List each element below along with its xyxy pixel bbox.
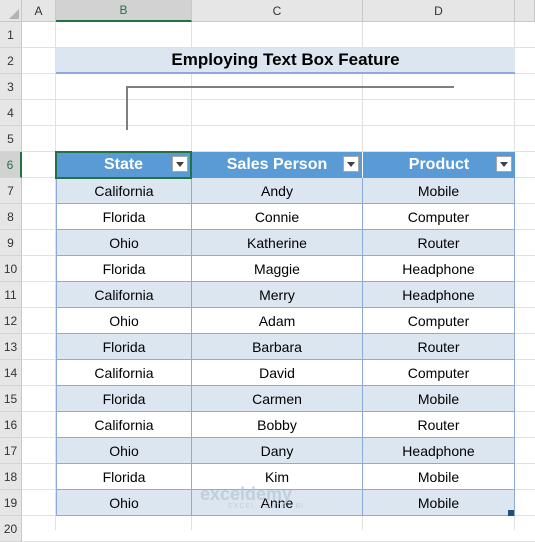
row-header-9[interactable]: 9: [0, 230, 22, 256]
select-all-corner[interactable]: [0, 0, 22, 22]
table-cell[interactable]: Florida: [56, 334, 192, 360]
gridline: [22, 125, 535, 126]
table-cell[interactable]: Mobile: [363, 464, 515, 490]
table-cell[interactable]: Katherine: [192, 230, 363, 256]
row-header-12[interactable]: 12: [0, 308, 22, 334]
row-header-18[interactable]: 18: [0, 464, 22, 490]
table-cell[interactable]: Router: [363, 334, 515, 360]
column-header-a[interactable]: A: [22, 0, 56, 22]
row-header-10[interactable]: 10: [0, 256, 22, 282]
row-header-2[interactable]: 2: [0, 48, 22, 74]
table-cell[interactable]: Maggie: [192, 256, 363, 282]
row-header-20[interactable]: 20: [0, 516, 22, 542]
row-header-14[interactable]: 14: [0, 360, 22, 386]
table-cell[interactable]: Ohio: [56, 230, 192, 256]
row-header-13[interactable]: 13: [0, 334, 22, 360]
row-header-11[interactable]: 11: [0, 282, 22, 308]
table-cell[interactable]: Mobile: [363, 490, 515, 516]
table-cell[interactable]: California: [56, 412, 192, 438]
table-cell[interactable]: Florida: [56, 386, 192, 412]
row-header-16[interactable]: 16: [0, 412, 22, 438]
row-header-19[interactable]: 19: [0, 490, 22, 516]
column-header-b[interactable]: B: [56, 0, 192, 22]
watermark-tagline: EXCEL · DATA · BI: [228, 503, 304, 510]
table-cell[interactable]: Headphone: [363, 438, 515, 464]
header-label: Sales Person: [226, 156, 328, 173]
column-header-c[interactable]: C: [192, 0, 363, 22]
table-cell[interactable]: Ohio: [56, 438, 192, 464]
table-cell[interactable]: David: [192, 360, 363, 386]
row-header-17[interactable]: 17: [0, 438, 22, 464]
watermark-logo: exceldemy: [200, 484, 292, 505]
table-cell[interactable]: Florida: [56, 464, 192, 490]
table-cell[interactable]: Andy: [192, 178, 363, 204]
table-cell[interactable]: Headphone: [363, 256, 515, 282]
watermark-brand: exceldemy: [200, 484, 293, 504]
table-cell[interactable]: Router: [363, 230, 515, 256]
table-cell[interactable]: Dany: [192, 438, 363, 464]
table-cell[interactable]: California: [56, 360, 192, 386]
table-cell[interactable]: Headphone: [363, 282, 515, 308]
row-header-1[interactable]: 1: [0, 22, 22, 48]
column-header-d[interactable]: D: [363, 0, 515, 22]
table-cell[interactable]: Computer: [363, 308, 515, 334]
active-cell-selection: [55, 151, 192, 179]
table-cell[interactable]: California: [56, 178, 192, 204]
table-cell[interactable]: Computer: [363, 204, 515, 230]
table-cell[interactable]: Mobile: [363, 178, 515, 204]
header-product[interactable]: Product: [363, 152, 515, 178]
table-cell[interactable]: Router: [363, 412, 515, 438]
column-header-e[interactable]: [515, 0, 535, 22]
filter-dropdown-icon[interactable]: [343, 156, 359, 172]
row-header-8[interactable]: 8: [0, 204, 22, 230]
gridline: [22, 99, 535, 100]
sheet-title: Employing Text Box Feature: [56, 48, 515, 74]
filter-dropdown-icon[interactable]: [496, 156, 512, 172]
table-cell[interactable]: Florida: [56, 256, 192, 282]
table-cell[interactable]: Merry: [192, 282, 363, 308]
table-cell[interactable]: Barbara: [192, 334, 363, 360]
text-box-top-border[interactable]: [126, 86, 454, 88]
row-header-4[interactable]: 4: [0, 100, 22, 126]
row-header-5[interactable]: 5: [0, 126, 22, 152]
row-header-7[interactable]: 7: [0, 178, 22, 204]
table-cell[interactable]: Connie: [192, 204, 363, 230]
row-header-3[interactable]: 3: [0, 74, 22, 100]
table-cell[interactable]: Bobby: [192, 412, 363, 438]
header-sales-person[interactable]: Sales Person: [192, 152, 363, 178]
table-resize-handle[interactable]: [508, 510, 514, 516]
text-box-left-border[interactable]: [126, 86, 128, 130]
spreadsheet: A B C D 1 2 3 4 5 6 7 8 9 10 11 12 13 14 15 16 17 18 19 20 …: [0, 0, 535, 542]
table-cell[interactable]: Computer: [363, 360, 515, 386]
table-cell[interactable]: Carmen: [192, 386, 363, 412]
table-cell[interactable]: California: [56, 282, 192, 308]
table-cell[interactable]: Florida: [56, 204, 192, 230]
row-header-6[interactable]: 6: [0, 152, 22, 178]
table-cell[interactable]: Ohio: [56, 308, 192, 334]
table-cell[interactable]: Ohio: [56, 490, 192, 516]
header-label: Product: [408, 156, 470, 173]
table-cell[interactable]: Mobile: [363, 386, 515, 412]
table-cell[interactable]: Adam: [192, 308, 363, 334]
row-header-15[interactable]: 15: [0, 386, 22, 412]
